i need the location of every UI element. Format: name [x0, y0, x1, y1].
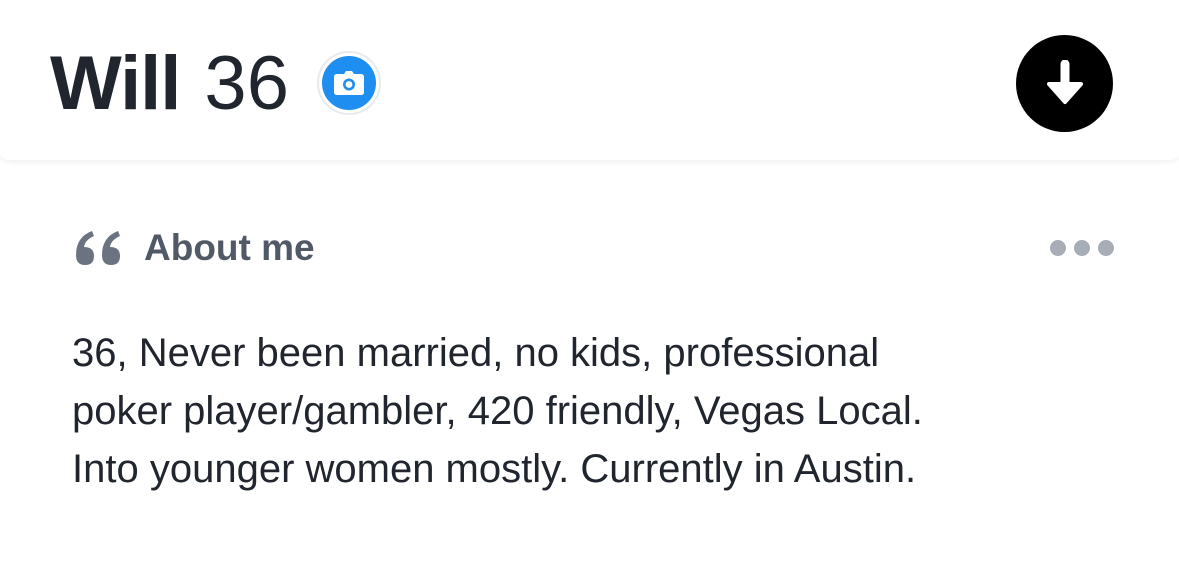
more-dots-icon	[1074, 240, 1090, 256]
quote-icon	[74, 228, 126, 268]
more-dots-icon	[1050, 240, 1066, 256]
collapse-profile-button[interactable]	[1016, 35, 1113, 132]
about-me-header: About me	[74, 222, 315, 274]
profile-header: Will 36	[0, 0, 1179, 160]
more-dots-icon	[1098, 240, 1114, 256]
profile-name: Will	[50, 40, 181, 126]
more-options-button[interactable]	[1050, 234, 1114, 262]
about-me-title: About me	[144, 227, 315, 268]
bio-line: Into younger women mostly. Currently in …	[72, 447, 917, 491]
photo-verified-badge[interactable]	[316, 51, 381, 115]
arrow-down-icon	[1046, 59, 1083, 104]
about-me-bio: 36, Never been married, no kids, profess…	[72, 324, 1132, 498]
name-row: Will 36	[50, 40, 381, 126]
profile-age: 36	[204, 40, 289, 126]
bio-line: poker player/gambler, 420 friendly, Vega…	[72, 389, 923, 433]
bio-line: 36, Never been married, no kids, profess…	[72, 331, 880, 375]
camera-icon	[321, 56, 376, 110]
